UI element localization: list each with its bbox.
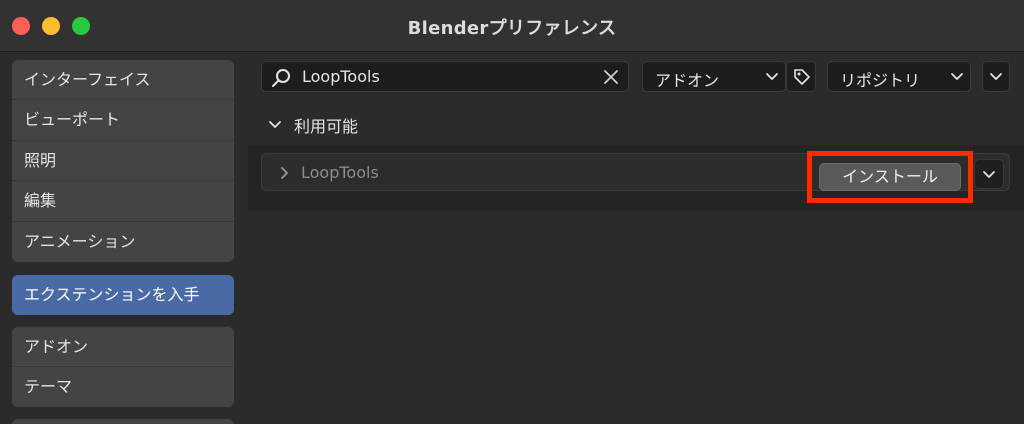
sidebar-group-extensions: エクステンションを入手 <box>12 275 234 315</box>
extension-name: LoopTools <box>301 163 379 182</box>
type-filter-dropdown[interactable]: アドオン <box>642 61 786 92</box>
sidebar-item-animation[interactable]: アニメーション <box>12 222 234 262</box>
search-value: LoopTools <box>302 67 380 86</box>
chevron-down-icon <box>951 73 963 80</box>
chevron-right-icon[interactable] <box>278 166 292 180</box>
sidebar: インターフェイス ビューポート 照明 編集 アニメーション エクステンションを入… <box>0 53 248 424</box>
title-bar: Blenderプリファレンス <box>0 0 1024 52</box>
type-filter-value: アドオン <box>655 71 720 90</box>
main-panel: LoopTools アドオン リポジトリ 利用可能 LoopTools インスト… <box>248 53 1024 424</box>
sidebar-item-interface[interactable]: インターフェイス <box>12 60 234 101</box>
search-input[interactable]: LoopTools <box>261 61 629 92</box>
search-icon <box>272 69 290 87</box>
install-button[interactable]: インストール <box>819 163 961 191</box>
extension-options-button[interactable] <box>974 159 1004 189</box>
sidebar-item-themes[interactable]: テーマ <box>12 367 234 407</box>
chevron-down-icon <box>269 121 281 128</box>
repository-filter-dropdown[interactable]: リポジトリ <box>827 61 971 92</box>
sidebar-item-viewport[interactable]: ビューポート <box>12 100 234 141</box>
tag-icon <box>794 69 810 85</box>
chevron-down-icon <box>983 171 995 178</box>
window-title: Blenderプリファレンス <box>407 18 617 39</box>
tag-filter-button[interactable] <box>786 61 816 92</box>
repository-filter-value: リポジトリ <box>840 71 921 90</box>
sidebar-item-lights[interactable]: 照明 <box>12 141 234 182</box>
more-options-dropdown[interactable] <box>982 61 1010 92</box>
sidebar-item-get-extensions[interactable]: エクステンションを入手 <box>12 275 234 315</box>
sidebar-group-general: インターフェイス ビューポート 照明 編集 アニメーション <box>12 60 234 262</box>
sidebar-group-more <box>12 419 234 424</box>
sidebar-group-addons: アドオン テーマ <box>12 327 234 407</box>
clear-search-icon[interactable] <box>602 68 620 86</box>
sidebar-item-addons[interactable]: アドオン <box>12 327 234 368</box>
chevron-down-icon <box>990 73 1002 80</box>
sidebar-item-editing[interactable]: 編集 <box>12 181 234 222</box>
install-highlight-box: インストール <box>807 151 973 203</box>
section-label: 利用可能 <box>294 117 359 136</box>
chevron-down-icon <box>766 73 778 80</box>
